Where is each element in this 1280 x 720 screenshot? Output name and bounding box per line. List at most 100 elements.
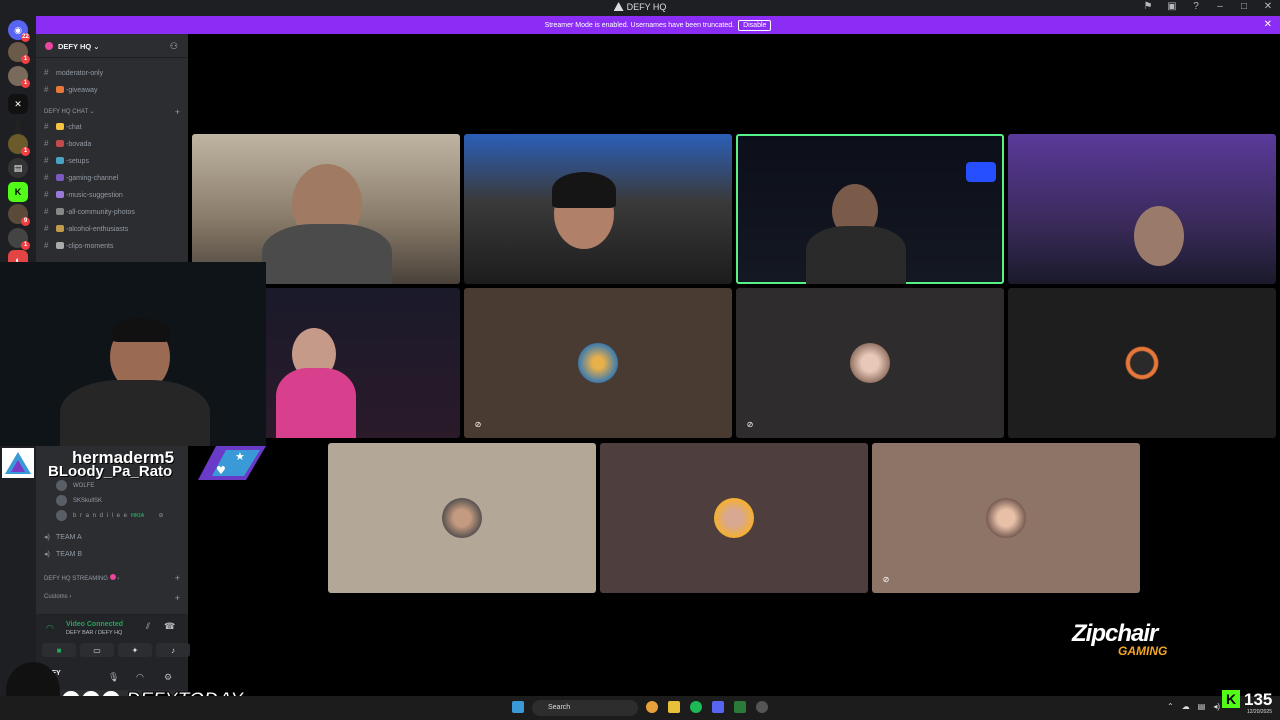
voice-user[interactable]: b r a n d i l e e HKIA ⊘ bbox=[56, 510, 186, 524]
voice-user[interactable]: WOLFE bbox=[56, 480, 186, 494]
help-icon[interactable]: ? bbox=[1190, 1, 1202, 12]
channel-music-suggestion[interactable]: # -music-suggestion bbox=[44, 190, 182, 204]
wave-emoji-icon bbox=[56, 123, 64, 130]
discord-icon[interactable] bbox=[712, 701, 724, 713]
add-channel-icon[interactable]: + bbox=[175, 593, 180, 603]
defy-logo-icon bbox=[613, 2, 624, 11]
video-tile-no-camera[interactable] bbox=[600, 443, 868, 593]
start-menu-icon[interactable] bbox=[512, 701, 524, 713]
channel-clips-moments[interactable]: # -clips-moments bbox=[44, 241, 182, 255]
server-icon[interactable]: 1 bbox=[8, 228, 30, 250]
invite-people-icon[interactable]: ⚇ bbox=[170, 41, 178, 52]
activities-button[interactable]: ✦ bbox=[118, 643, 152, 657]
close-banner-icon[interactable]: ✕ bbox=[1264, 19, 1272, 30]
inbox-icon[interactable]: ▣ bbox=[1166, 1, 1178, 12]
maximize-button[interactable]: □ bbox=[1238, 1, 1250, 12]
avatar bbox=[56, 510, 67, 521]
file-explorer-icon[interactable] bbox=[668, 701, 680, 713]
category-defy-hq-chat[interactable]: DEFY HQ CHAT ⌄ + bbox=[44, 107, 180, 117]
voice-channel-team-b[interactable]: ◂) TEAM B bbox=[44, 550, 182, 558]
muted-icon: ⊘ bbox=[882, 575, 890, 584]
flag-icon[interactable]: ⚑ bbox=[1142, 1, 1154, 12]
voice-channel-team-a[interactable]: ◂) TEAM A bbox=[44, 533, 182, 541]
camera-button[interactable]: ■ bbox=[42, 643, 76, 657]
channel-bovada[interactable]: # -bovada bbox=[44, 139, 182, 153]
hash-icon: # bbox=[44, 122, 49, 131]
voice-user[interactable]: SKSkullSK bbox=[56, 495, 186, 509]
video-tile[interactable] bbox=[1008, 134, 1276, 284]
avatar bbox=[56, 480, 67, 491]
hash-icon: # bbox=[44, 156, 49, 165]
unread-badge: 9 bbox=[21, 217, 30, 226]
participant-body bbox=[276, 368, 356, 438]
channel-gaming[interactable]: # -gaming-channel bbox=[44, 173, 182, 187]
screen-share-button[interactable]: ▭ bbox=[80, 643, 114, 657]
app-icon[interactable] bbox=[756, 701, 768, 713]
settings-gear-icon[interactable]: ⚙ bbox=[164, 672, 172, 683]
home-button[interactable]: ◉ 22 bbox=[8, 20, 30, 42]
close-window-button[interactable]: ✕ bbox=[1262, 1, 1274, 12]
muted-icon: ⊘ bbox=[158, 513, 164, 520]
window-controls: ⚑ ▣ ? – □ ✕ bbox=[1142, 1, 1274, 12]
noise-suppression-icon[interactable]: ⫽ bbox=[146, 621, 150, 632]
video-tile-no-camera[interactable] bbox=[328, 443, 596, 593]
volume-icon[interactable]: ◂) bbox=[1213, 702, 1220, 711]
server-icon[interactable]: 9 bbox=[8, 204, 30, 226]
kick-viewer-count: K 135 bbox=[1222, 690, 1280, 710]
sponsor-logo: Zipchair GAMING bbox=[1072, 620, 1206, 662]
video-tile-no-camera[interactable]: ⊘ bbox=[872, 443, 1140, 593]
chrome-icon[interactable] bbox=[646, 701, 658, 713]
server-kick[interactable]: K bbox=[8, 182, 28, 202]
camera-emoji-icon bbox=[56, 208, 64, 215]
overlay-name-secondary: BLoody_Pa_Rato bbox=[48, 463, 173, 480]
disable-streamer-mode-button[interactable]: Disable bbox=[738, 20, 772, 31]
soundboard-button[interactable]: ♪ bbox=[156, 643, 190, 657]
unread-badge: 22 bbox=[21, 33, 30, 42]
minimize-button[interactable]: – bbox=[1214, 1, 1226, 12]
svg-text:★: ★ bbox=[235, 450, 245, 463]
avatar bbox=[1122, 343, 1162, 383]
network-icon[interactable]: ▤ bbox=[1198, 702, 1206, 711]
signal-icon[interactable]: ◠ bbox=[46, 623, 54, 634]
video-tile-speaking[interactable] bbox=[736, 134, 1004, 284]
chevron-up-icon[interactable]: ⌃ bbox=[1167, 702, 1174, 711]
participant-body bbox=[806, 226, 906, 284]
xbox-icon[interactable] bbox=[734, 701, 746, 713]
title-bar: DEFY HQ ⚑ ▣ ? – □ ✕ bbox=[0, 0, 1280, 16]
avatar bbox=[986, 498, 1026, 538]
server-icon[interactable]: 1 bbox=[8, 134, 30, 156]
cloud-icon[interactable]: ☁ bbox=[1182, 702, 1190, 711]
server-icon[interactable]: ▤ bbox=[8, 158, 28, 178]
channel-chat[interactable]: # -chat bbox=[44, 122, 182, 136]
channel-giveaway[interactable]: # -giveaway bbox=[44, 85, 182, 99]
video-tile[interactable] bbox=[464, 134, 732, 284]
clip-emoji-icon bbox=[56, 242, 64, 249]
video-tile-no-camera[interactable] bbox=[1008, 288, 1276, 438]
add-channel-icon[interactable]: + bbox=[175, 107, 180, 117]
headphones-icon[interactable]: ◠ bbox=[136, 672, 144, 683]
category-defy-hq-streaming[interactable]: DEFY HQ STREAMING › + bbox=[44, 573, 180, 583]
channel-moderator-only[interactable]: # moderator-only bbox=[44, 68, 182, 82]
video-tile-no-camera[interactable]: ⊘ bbox=[736, 288, 1004, 438]
system-tray: ⌃ ☁ ▤ ◂) bbox=[1167, 702, 1220, 711]
channel-community-photos[interactable]: # -all-community-photos bbox=[44, 207, 182, 221]
participant-body bbox=[262, 224, 392, 284]
speaker-icon: ◂) bbox=[44, 551, 50, 558]
category-customs[interactable]: Customs › + bbox=[44, 593, 180, 603]
disconnect-icon[interactable]: ☎ bbox=[164, 621, 175, 632]
channel-setups[interactable]: # -setups bbox=[44, 156, 182, 170]
participant-beanie bbox=[552, 172, 616, 208]
avatar bbox=[850, 343, 890, 383]
voice-location[interactable]: DEFY BAR / DEFY HQ bbox=[66, 630, 122, 636]
server-xbox[interactable]: ✕ bbox=[8, 94, 28, 114]
taskbar-search[interactable]: Search bbox=[532, 700, 638, 716]
dm-avatar[interactable]: 1 bbox=[8, 66, 30, 88]
video-tile-no-camera[interactable]: ⊘ bbox=[464, 288, 732, 438]
spotify-icon[interactable] bbox=[690, 701, 702, 713]
guild-header[interactable]: DEFY HQ ⌄ ⚇ bbox=[36, 34, 188, 58]
channel-alcohol-enthusiasts[interactable]: # -alcohol-enthusiasts bbox=[44, 224, 182, 238]
add-channel-icon[interactable]: + bbox=[175, 573, 180, 583]
mic-icon[interactable]: 🎙 bbox=[108, 672, 119, 683]
sponsor-tagline: GAMING bbox=[1118, 644, 1168, 658]
dm-avatar[interactable]: 1 bbox=[8, 42, 30, 64]
